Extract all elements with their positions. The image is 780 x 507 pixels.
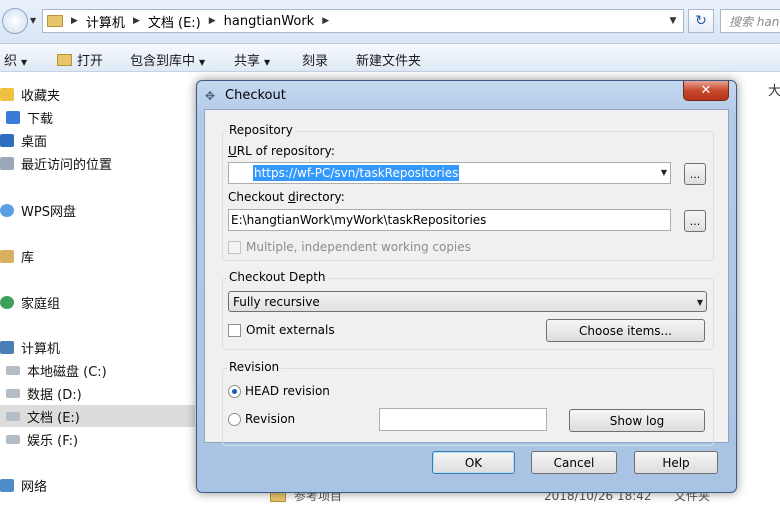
multiple-working-copies-checkbox[interactable]: Multiple, independent working copies xyxy=(228,240,471,254)
refresh-icon[interactable]: ↻ xyxy=(688,9,714,33)
computer-icon xyxy=(0,340,14,354)
sidebar-item-computer[interactable]: 计算机 xyxy=(0,336,195,358)
revision-group: Revision HEAD revision Revision Show log xyxy=(222,360,714,446)
breadcrumb-computer[interactable]: 计算机 xyxy=(86,12,125,31)
sidebar-item-drive-d[interactable]: 数据 (D:) xyxy=(0,382,195,404)
sidebar-item-drive-e[interactable]: 文档 (E:) xyxy=(0,405,195,427)
dialog-client-area: Repository URL of repository: https://wf… xyxy=(204,109,729,446)
sidebar-item-desktop[interactable]: 桌面 xyxy=(0,129,195,151)
checkbox-box xyxy=(228,323,241,337)
dialog-titlebar[interactable]: ✥ Checkout ✕ xyxy=(197,81,736,109)
revision-radio[interactable]: Revision xyxy=(228,412,295,426)
column-header-size: 大 xyxy=(768,84,780,99)
multiple-working-copies-label: Multiple, independent working copies xyxy=(246,240,471,254)
organize-menu[interactable]: 织 ▼ xyxy=(4,50,27,69)
navigation-pane: 收藏夹 下载 桌面 最近访问的位置 WPS网盘 库 家庭组 计算机 本地磁盘 (… xyxy=(0,73,195,502)
desktop-icon xyxy=(0,133,14,147)
address-field[interactable]: ▶ 计算机 ▶ 文档 (E:) ▶ hangtianWork ▶ xyxy=(42,9,684,33)
repository-group: Repository URL of repository: https://wf… xyxy=(222,123,714,261)
breadcrumb-separator: ▶ xyxy=(71,16,78,26)
burn-button[interactable]: 刻录 xyxy=(302,50,328,69)
sidebar-item-drive-c[interactable]: 本地磁盘 (C:) xyxy=(0,359,195,381)
open-button[interactable]: 打开 xyxy=(57,50,103,69)
sidebar-item-drive-f[interactable]: 娱乐 (F:) xyxy=(0,428,195,450)
url-combobox[interactable]: https://wf-PC/svn/taskRepositories ▼ xyxy=(228,162,671,184)
breadcrumb-separator[interactable]: ▶ xyxy=(133,16,140,26)
sidebar-item-libraries[interactable]: 库 xyxy=(0,245,195,267)
search-input[interactable]: 搜索 hang xyxy=(720,9,780,33)
share-menu[interactable]: 共享 ▼ xyxy=(234,50,270,69)
omit-externals-label: Omit externals xyxy=(246,323,335,337)
tortoise-svn-icon: ✥ xyxy=(205,89,216,103)
homegroup-icon xyxy=(0,295,14,309)
browse-directory-button[interactable]: ... xyxy=(684,210,706,232)
cloud-drive-icon xyxy=(0,203,14,217)
recent-places-icon xyxy=(0,156,14,170)
back-button[interactable] xyxy=(2,8,28,34)
address-bar: ▼ ▶ 计算机 ▶ 文档 (E:) ▶ hangtianWork ▶ ▼ ↻ 搜… xyxy=(0,0,780,44)
download-folder-icon xyxy=(6,110,20,124)
checkout-directory-field[interactable]: E:\hangtianWork\myWork\taskRepositories xyxy=(228,209,671,231)
sidebar-item-wps-drive[interactable]: WPS网盘 xyxy=(0,199,195,221)
sidebar-item-homegroup[interactable]: 家庭组 xyxy=(0,291,195,313)
cancel-button[interactable]: Cancel xyxy=(531,451,617,474)
sidebar-item-downloads[interactable]: 下载 xyxy=(0,106,195,128)
revision-label: Revision xyxy=(245,412,296,426)
depth-selected-value: Fully recursive xyxy=(233,294,320,309)
open-folder-icon xyxy=(57,54,72,66)
drive-icon xyxy=(6,365,20,375)
chevron-down-icon[interactable]: ▼ xyxy=(661,168,667,177)
network-icon xyxy=(0,478,14,492)
ok-button[interactable]: OK xyxy=(432,451,515,474)
show-log-button[interactable]: Show log xyxy=(569,409,705,432)
url-label: URL of repository: xyxy=(228,144,335,158)
choose-items-button[interactable]: Choose items... xyxy=(546,319,705,342)
address-dropdown-icon[interactable]: ▼ xyxy=(662,10,684,32)
url-value: https://wf-PC/svn/taskRepositories xyxy=(253,165,460,181)
dialog-title: Checkout xyxy=(225,88,286,103)
new-folder-button[interactable]: 新建文件夹 xyxy=(356,50,421,69)
recent-pages-dropdown[interactable]: ▼ xyxy=(30,16,36,25)
folder-icon xyxy=(47,15,63,27)
sidebar-item-network[interactable]: 网络 xyxy=(0,474,195,496)
repository-group-title: Repository xyxy=(227,123,295,137)
drive-icon xyxy=(6,411,20,421)
help-button[interactable]: Help xyxy=(634,451,718,474)
sidebar-item-favorites[interactable]: 收藏夹 xyxy=(0,83,195,105)
library-icon xyxy=(0,249,14,263)
omit-externals-checkbox[interactable]: Omit externals xyxy=(228,323,335,337)
depth-select[interactable]: Fully recursive ▼ xyxy=(228,291,707,312)
checkout-depth-group: Checkout Depth Fully recursive ▼ Omit ex… xyxy=(222,270,714,350)
checkout-directory-label: Checkout directory: xyxy=(228,190,345,204)
checkout-dialog: ✥ Checkout ✕ Repository URL of repositor… xyxy=(196,80,737,493)
star-icon xyxy=(0,87,14,101)
revision-number-input[interactable] xyxy=(379,408,547,431)
include-in-library-menu[interactable]: 包含到库中 ▼ xyxy=(130,50,205,69)
close-button[interactable]: ✕ xyxy=(683,81,729,101)
head-revision-label: HEAD revision xyxy=(245,384,330,398)
command-bar: 织 ▼ 打开 包含到库中 ▼ 共享 ▼ 刻录 新建文件夹 xyxy=(0,44,780,72)
sidebar-item-recent[interactable]: 最近访问的位置 xyxy=(0,152,195,174)
breadcrumb-separator[interactable]: ▶ xyxy=(209,16,216,26)
revision-group-title: Revision xyxy=(227,360,282,374)
drive-icon xyxy=(6,434,20,444)
head-revision-radio[interactable]: HEAD revision xyxy=(228,384,330,398)
chevron-down-icon[interactable]: ▼ xyxy=(697,298,703,307)
breadcrumb-hangtianwork[interactable]: hangtianWork xyxy=(224,14,315,29)
browse-url-button[interactable]: ... xyxy=(684,163,706,185)
radio-dot xyxy=(228,412,241,426)
checkout-depth-group-title: Checkout Depth xyxy=(227,270,328,284)
radio-dot xyxy=(228,384,241,398)
drive-icon xyxy=(6,388,20,398)
checkbox-box xyxy=(228,240,241,254)
breadcrumb-separator[interactable]: ▶ xyxy=(322,16,329,26)
breadcrumb-drive-e[interactable]: 文档 (E:) xyxy=(148,12,201,31)
